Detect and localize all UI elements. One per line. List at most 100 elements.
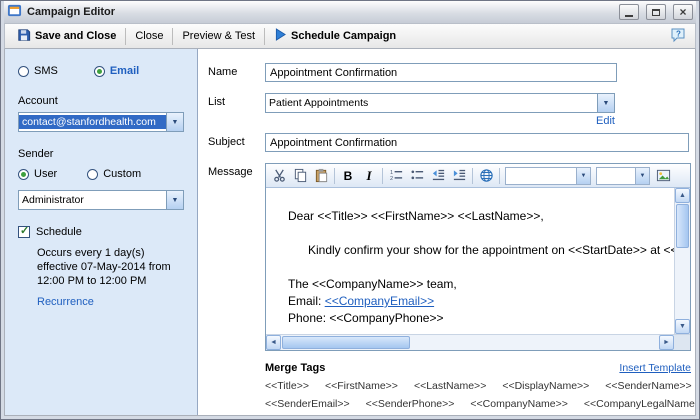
help-button[interactable]: ?	[666, 25, 690, 48]
custom-radio-label: Custom	[103, 168, 141, 180]
scroll-left-arrow[interactable]: ◄	[266, 335, 281, 350]
font-size-select[interactable]: ▼	[596, 167, 650, 185]
message-label: Message	[208, 163, 265, 351]
horizontal-scrollbar[interactable]: ◄ ►	[266, 335, 674, 350]
merge-tags-header: Merge Tags Insert Template	[265, 362, 691, 374]
sender-select[interactable]: Administrator ▼	[18, 190, 184, 210]
merge-tag: <<Title>>	[265, 380, 309, 392]
editor-bottom-bar: ◄ ►	[266, 334, 690, 350]
preview-and-test-button[interactable]: Preview & Test	[175, 27, 262, 45]
account-select[interactable]: contact@stanfordhealth.com ▼	[18, 112, 184, 132]
campaign-editor-window: Campaign Editor × Save and Close Close P…	[0, 0, 700, 420]
chevron-down-icon: ▼	[576, 168, 590, 184]
custom-radio-circle	[87, 169, 98, 180]
svg-text:?: ?	[676, 29, 681, 38]
help-bubble-icon: ?	[670, 34, 686, 46]
editor-toolbar-separator	[334, 168, 335, 184]
message-line-5: Phone: <<CompanyPhone>>	[288, 310, 670, 327]
sender-selected-value: Administrator	[19, 193, 166, 207]
email-radio[interactable]: Email	[94, 65, 139, 77]
toolbar-separator	[264, 28, 265, 45]
sms-radio-label: SMS	[34, 65, 58, 77]
maximize-icon	[652, 9, 660, 16]
sms-radio-circle	[18, 66, 29, 77]
play-arrow-icon	[275, 28, 286, 44]
insert-template-link[interactable]: Insert Template	[619, 362, 691, 374]
user-radio[interactable]: User	[18, 168, 57, 180]
message-body-canvas[interactable]: Dear <<Title>> <<FirstName>> <<LastName>…	[266, 188, 674, 334]
close-campaign-button[interactable]: Close	[128, 27, 170, 45]
account-label: Account	[18, 95, 185, 107]
scroll-right-arrow[interactable]: ►	[659, 335, 674, 350]
window-title: Campaign Editor	[27, 6, 115, 18]
vertical-scroll-track[interactable]	[675, 249, 690, 319]
email-radio-circle	[94, 66, 105, 77]
custom-radio[interactable]: Custom	[87, 168, 141, 180]
editor-body: Dear <<Title>> <<FirstName>> <<LastName>…	[266, 188, 690, 334]
schedule-checkbox-label: Schedule	[36, 226, 82, 238]
list-selected-value: Patient Appointments	[266, 96, 597, 110]
edit-list-link[interactable]: Edit	[596, 115, 615, 127]
name-row: Name	[208, 63, 695, 82]
name-input[interactable]	[265, 63, 617, 82]
editor-toolbar-separator	[382, 168, 383, 184]
minimize-button[interactable]	[619, 4, 639, 20]
svg-text:2: 2	[389, 176, 392, 182]
merge-tag: <<SenderName>>	[605, 380, 691, 392]
merge-tag: <<SenderEmail>>	[265, 398, 350, 410]
account-selected-value: contact@stanfordhealth.com	[19, 115, 166, 129]
scrollbar-corner	[674, 335, 690, 350]
merge-tag: <<LastName>>	[414, 380, 486, 392]
recurrence-link[interactable]: Recurrence	[37, 296, 94, 308]
list-field-column: Patient Appointments ▼ Edit	[265, 93, 615, 127]
schedule-checkbox[interactable]: Schedule	[18, 226, 185, 238]
schedule-description: Occurs every 1 day(s) effective 07-May-2…	[37, 246, 187, 288]
indent-button[interactable]	[449, 166, 469, 186]
merge-tag: <<FirstName>>	[325, 380, 398, 392]
horizontal-scroll-track[interactable]	[411, 335, 659, 350]
copy-button[interactable]	[290, 166, 310, 186]
message-line-4: Email: <<CompanyEmail>>	[288, 293, 670, 310]
save-and-close-button[interactable]: Save and Close	[10, 25, 123, 48]
list-select[interactable]: Patient Appointments ▼	[265, 93, 615, 113]
merge-tags-label: Merge Tags	[265, 362, 325, 374]
scroll-down-arrow[interactable]: ▼	[675, 319, 690, 334]
user-radio-circle	[18, 169, 29, 180]
vertical-scrollbar[interactable]: ▲ ▼	[674, 188, 690, 334]
italic-button[interactable]: I	[359, 166, 379, 186]
close-icon: ×	[679, 6, 686, 18]
outdent-button[interactable]	[428, 166, 448, 186]
save-icon	[17, 28, 31, 45]
close-button[interactable]: ×	[673, 4, 693, 20]
merge-tag: <<CompanyLegalName>>	[584, 398, 696, 410]
main-toolbar: Save and Close Close Preview & Test Sche…	[4, 23, 696, 49]
chevron-down-icon: ▼	[635, 168, 649, 184]
horizontal-scroll-thumb[interactable]	[282, 336, 410, 349]
message-line-1: Dear <<Title>> <<FirstName>> <<LastName>…	[288, 208, 670, 225]
merge-tag: <<SenderPhone>>	[366, 398, 455, 410]
font-family-select[interactable]: ▼	[505, 167, 591, 185]
message-type-group: SMS Email	[18, 65, 185, 77]
bullet-list-button[interactable]	[407, 166, 427, 186]
edit-link-wrap: Edit	[265, 115, 615, 127]
company-email-link[interactable]: <<CompanyEmail>>	[325, 294, 434, 308]
sidebar: SMS Email Account contact@stanfordhealth…	[5, 49, 198, 415]
merge-tag: <<CompanyName>>	[470, 398, 567, 410]
subject-row: Subject	[208, 133, 695, 152]
numbered-list-button[interactable]: 12	[386, 166, 406, 186]
insert-image-button[interactable]	[653, 166, 673, 186]
app-icon	[7, 3, 22, 21]
schedule-checkbox-box	[18, 226, 30, 238]
message-line-3: The <<CompanyName>> team,	[288, 276, 670, 293]
chevron-down-icon: ▼	[597, 94, 614, 112]
bold-button[interactable]: B	[338, 166, 358, 186]
sms-radio[interactable]: SMS	[18, 65, 58, 77]
insert-link-globe-button[interactable]	[476, 166, 496, 186]
vertical-scroll-thumb[interactable]	[676, 204, 689, 248]
scroll-up-arrow[interactable]: ▲	[675, 188, 690, 203]
maximize-button[interactable]	[646, 4, 666, 20]
name-label: Name	[208, 63, 265, 82]
subject-input[interactable]	[265, 133, 689, 152]
cut-button[interactable]	[269, 166, 289, 186]
paste-button[interactable]	[311, 166, 331, 186]
